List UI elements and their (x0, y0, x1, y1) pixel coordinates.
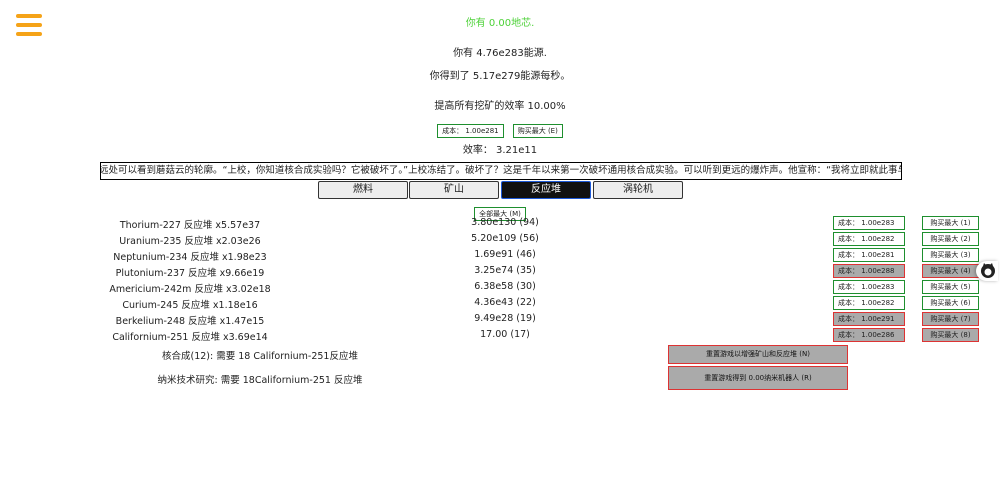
story-text: 远处可以看到蘑菇云的轮廓。“上校，你知道核合成实验吗？它被破坏了。”上校冻结了。… (100, 165, 902, 176)
reactor-amount: 1.69e91 (46) (474, 249, 536, 260)
reactor-amount: 17.00 (17) (480, 329, 530, 340)
reactor-amount: 3.80e130 (94) (471, 217, 539, 228)
reactor-cost-button[interactable]: 成本： 1.00e286 (833, 328, 905, 342)
nanotech-label: 纳米技术研究: 需要 18Californium-251 反应堆 (157, 375, 363, 386)
story-ticker: 远处可以看到蘑菇云的轮廓。“上校，你知道核合成实验吗？它被破坏了。”上校冻结了。… (100, 162, 902, 180)
efficiency-cost-button[interactable]: 成本： 1.00e281 (437, 124, 504, 138)
efficiency-buy-max-button[interactable]: 购买最大 (E) (512, 124, 563, 138)
efficiency-value: 效率： 3.21e11 (462, 145, 538, 156)
reactor-name: Americium-242m 反应堆 x3.02e18 (109, 284, 271, 295)
reactor-amount: 3.25e74 (35) (474, 265, 536, 276)
reactor-amount: 5.20e109 (56) (471, 233, 539, 244)
reactor-name: Thorium-227 反应堆 x5.57e37 (119, 220, 261, 231)
nanotech-reset-button[interactable]: 重置游戏得到 0.00纳米机器人 (R) (668, 366, 848, 390)
energy-rate-text: 你得到了 5.17e279能源每秒。 (429, 71, 571, 82)
nucleosynthesis-reset-button[interactable]: 重置游戏以增强矿山和反应堆 (N) (668, 345, 848, 364)
reactor-cost-button[interactable]: 成本： 1.00e282 (833, 232, 905, 246)
reactor-name: Californium-251 反应堆 x3.69e14 (112, 332, 268, 343)
reactor-cost-button[interactable]: 成本： 1.00e288 (833, 264, 905, 278)
github-icon (981, 263, 995, 278)
reactor-buy-max-button[interactable]: 购买最大 (3) (922, 248, 979, 262)
reactor-buy-max-button[interactable]: 购买最大 (7) (922, 312, 979, 326)
reactor-buy-max-button[interactable]: 购买最大 (1) (922, 216, 979, 230)
reactor-buy-max-button[interactable]: 购买最大 (2) (922, 232, 979, 246)
dark-matter-text: 你有 0.00地芯. (465, 18, 535, 29)
reactor-buy-max-button[interactable]: 购买最大 (8) (922, 328, 979, 342)
reactor-cost-button[interactable]: 成本： 1.00e282 (833, 296, 905, 310)
reactor-amount: 6.38e58 (30) (474, 281, 536, 292)
reactor-buy-max-button[interactable]: 购买最大 (5) (922, 280, 979, 294)
reactor-name: Neptunium-234 反应堆 x1.98e23 (113, 252, 267, 263)
reactor-cost-button[interactable]: 成本： 1.00e283 (833, 280, 905, 294)
reactor-buy-max-button[interactable]: 购买最大 (6) (922, 296, 979, 310)
reactor-name: Curium-245 反应堆 x1.18e16 (122, 300, 258, 311)
mining-efficiency-label: 提高所有挖矿的效率 10.00% (434, 101, 566, 112)
tab-fuel[interactable]: 燃料 (318, 181, 408, 199)
helper-tab[interactable] (976, 261, 998, 281)
tab-turbines[interactable]: 涡轮机 (593, 181, 683, 199)
tab-reactors[interactable]: 反应堆 (501, 181, 591, 199)
reactor-name: Berkelium-248 反应堆 x1.47e15 (115, 316, 265, 327)
nucleosynthesis-label: 核合成(12): 需要 18 Californium-251反应堆 (162, 351, 358, 362)
reactor-name: Plutonium-237 反应堆 x9.66e19 (115, 268, 265, 279)
energy-text: 你有 4.76e283能源. (453, 48, 547, 59)
reactor-amount: 9.49e28 (19) (474, 313, 536, 324)
reactor-cost-button[interactable]: 成本： 1.00e281 (833, 248, 905, 262)
reactor-amount: 4.36e43 (22) (474, 297, 536, 308)
reactor-buy-max-button[interactable]: 购买最大 (4) (922, 264, 979, 278)
tab-mines[interactable]: 矿山 (409, 181, 499, 199)
reactor-name: Uranium-235 反应堆 x2.03e26 (119, 236, 261, 247)
reactor-cost-button[interactable]: 成本： 1.00e291 (833, 312, 905, 326)
reactor-cost-button[interactable]: 成本： 1.00e283 (833, 216, 905, 230)
